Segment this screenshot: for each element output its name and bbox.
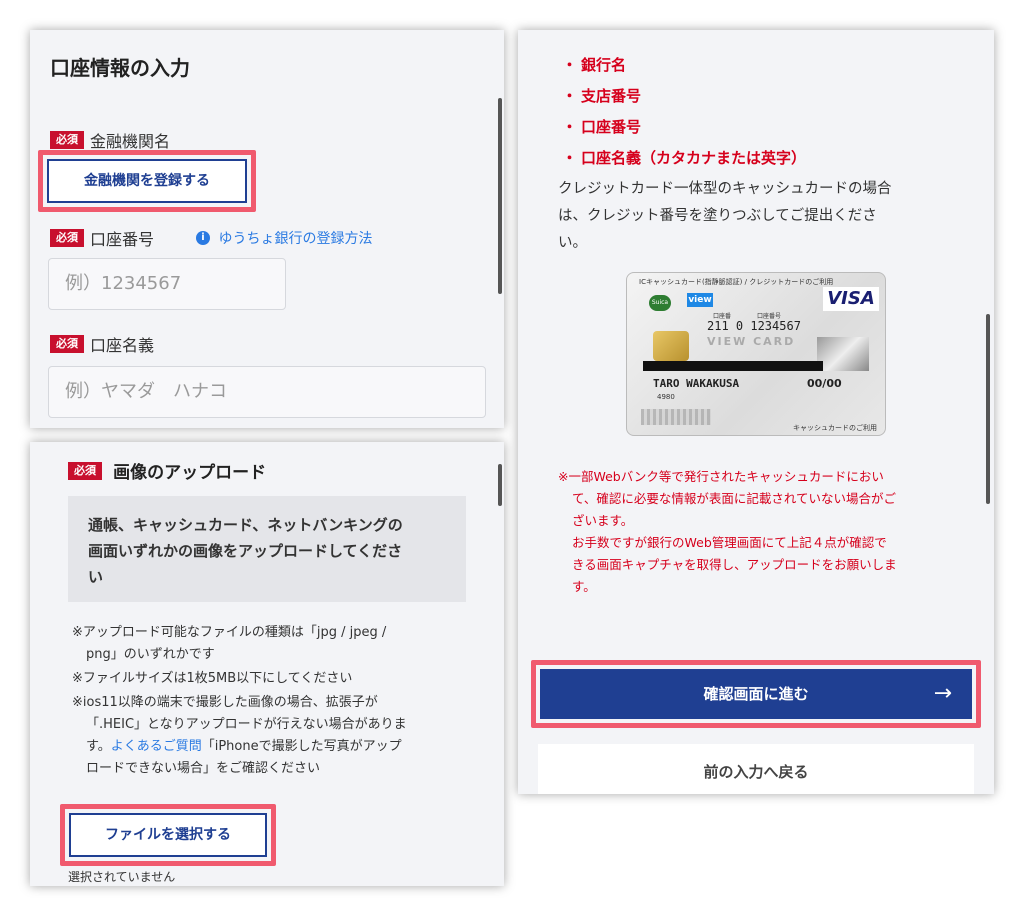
required-badge: 必須: [50, 335, 84, 353]
scrollbar[interactable]: [986, 314, 990, 504]
note-line: png」のいずれかです: [86, 647, 215, 662]
required-items-list: ・銀行名 ・支店番号 ・口座番号 ・口座名義（カタカナまたは英字）: [562, 50, 806, 174]
file-size-note: ※ファイルサイズは1枚5MB以下にしてください: [72, 671, 353, 686]
list-item: ・口座名義（カタカナまたは英字）: [562, 143, 806, 174]
account-info-panel: 口座情報の入力 必須 金融機関名 金融機関を登録する 必須 口座番号 i ゆうちょ銀…: [30, 30, 504, 428]
faq-link[interactable]: よくあるご質問: [111, 739, 202, 754]
account-name-row: 必須 口座名義: [50, 332, 154, 356]
upload-info-box: 通帳、キャッシュカード、ネットバンキングの 画面いずれかの画像をアップロードして…: [68, 496, 466, 602]
hologram-icon: [817, 337, 869, 371]
upload-title-row: 必須 画像のアップロード: [68, 458, 266, 483]
bullet-text: 支店番号: [581, 87, 642, 105]
warning-line: ざいます。: [572, 513, 634, 528]
info-line: 画面いずれかの画像をアップロードしてくださ: [88, 542, 403, 560]
note-line: す。よくあるご質問「iPhoneで撮影した写真がアップ: [72, 736, 407, 758]
webbank-warning: ※一部Webバンク等で発行されたキャッシュカードにおい て、確認に必要な情報が表…: [558, 466, 897, 598]
image-upload-panel: 必須 画像のアップロード 通帳、キャッシュカード、ネットバンキングの 画面いずれ…: [30, 442, 504, 886]
card-bank-name: VIEW CARD: [707, 335, 796, 348]
warning-line: て、確認に必要な情報が表面に記載されていない場合がご: [572, 491, 897, 506]
card-header: ICキャッシュカード(指静脈認証) / クレジットカードのご利用: [639, 278, 834, 286]
note-line: ※アップロード可能なファイルの種類は「jpg / jpeg /: [72, 625, 387, 640]
account-name-label: 口座名義: [90, 336, 155, 355]
info-icon: i: [196, 231, 210, 245]
yucho-help-link[interactable]: i ゆうちょ銀行の登録方法: [196, 228, 372, 248]
section-title: 口座情報の入力: [50, 56, 190, 80]
bullet-text: 銀行名: [581, 56, 627, 74]
note-line: ロードできない場合」をご確認ください: [86, 761, 321, 776]
account-number-row: 必須 口座番号: [50, 226, 154, 250]
warning-line: す。: [572, 579, 596, 594]
card-note: クレジットカード一体型のキャッシュカードの場合 は、クレジット番号を塗りつぶして…: [558, 176, 892, 257]
required-badge: 必須: [50, 229, 84, 247]
next-button-label: 確認画面に進む: [703, 685, 809, 703]
note-line: い。: [558, 235, 587, 251]
bullet-text: 口座名義（カタカナまたは英字）: [581, 149, 807, 167]
upload-title: 画像のアップロード: [113, 463, 267, 483]
card-code: 4980: [657, 393, 675, 401]
yucho-link-text: ゆうちょ銀行の登録方法: [218, 231, 373, 247]
note-line: は、クレジット番号を塗りつぶしてご提出くださ: [558, 208, 877, 224]
bank-name-label: 金融機関名: [90, 132, 171, 151]
warning-line: お手数ですが銀行のWeb管理画面にて上記４点が確認で: [572, 535, 887, 550]
redaction-bar: [643, 361, 823, 371]
warning-line: きる画面キャプチャを取得し、アップロードをお願いしま: [572, 557, 897, 572]
note-line: クレジットカード一体型のキャッシュカードの場合: [558, 181, 892, 197]
requirements-panel: ・銀行名 ・支店番号 ・口座番号 ・口座名義（カタカナまたは英字） クレジットカ…: [518, 30, 994, 794]
select-file-button[interactable]: ファイルを選択する: [69, 813, 267, 857]
scrollbar[interactable]: [498, 98, 502, 294]
card-footer: キャッシュカードのご利用: [793, 424, 877, 432]
bullet: ・: [562, 149, 578, 167]
next-confirm-button[interactable]: 確認画面に進む →: [540, 669, 972, 719]
info-line: い: [88, 568, 104, 586]
account-number-label: 口座番号: [90, 230, 155, 249]
warning-line: ※一部Webバンク等で発行されたキャッシュカードにおい: [558, 469, 884, 484]
view-logo-icon: view: [687, 293, 713, 307]
list-item: ・銀行名: [562, 50, 806, 81]
info-line: 通帳、キャッシュカード、ネットバンキングの: [88, 516, 403, 534]
arrow-right-icon: →: [933, 681, 952, 706]
note-text: 「iPhoneで撮影した写真がアップ: [201, 739, 402, 754]
back-button[interactable]: 前の入力へ戻る: [538, 744, 974, 794]
list-item: ・口座番号: [562, 112, 806, 143]
card-holder-name: TARO WAKAKUSA: [653, 377, 740, 390]
register-bank-button[interactable]: 金融機関を登録する: [47, 159, 247, 203]
bullet: ・: [562, 118, 578, 136]
sample-card-image: ICキャッシュカード(指静脈認証) / クレジットカードのご利用 Suica v…: [626, 272, 886, 436]
account-number-input[interactable]: 例）1234567: [48, 258, 286, 310]
required-badge: 必須: [68, 461, 102, 480]
note-line: ※ios11以降の端末で撮影した画像の場合、拡張子が: [72, 695, 378, 710]
card-account-number: 211 0 1234567: [707, 319, 801, 333]
bullet: ・: [562, 87, 578, 105]
note-text: す。: [86, 739, 111, 754]
card-expiry: 00/00: [807, 377, 842, 390]
bullet-text: 口座番号: [581, 118, 642, 136]
list-item: ・支店番号: [562, 81, 806, 112]
scrollbar[interactable]: [498, 464, 502, 506]
file-status: 選択されていません: [68, 870, 176, 884]
bullet: ・: [562, 56, 578, 74]
account-name-input[interactable]: 例）ヤマダ ハナコ: [48, 366, 486, 418]
bank-name-row: 必須 金融機関名: [50, 128, 170, 152]
heic-note: ※ios11以降の端末で撮影した画像の場合、拡張子が 「.HEIC」となりアップ…: [72, 692, 407, 780]
visa-logo-icon: VISA: [823, 287, 879, 311]
blurred-text: [641, 409, 711, 425]
note-line: 「.HEIC」となりアップロードが行えない場合がありま: [86, 717, 407, 732]
suica-logo-icon: Suica: [649, 295, 671, 311]
file-type-note: ※アップロード可能なファイルの種類は「jpg / jpeg / png」のいずれ…: [72, 622, 386, 666]
upload-info-text: 通帳、キャッシュカード、ネットバンキングの 画面いずれかの画像をアップロードして…: [88, 512, 403, 590]
ic-chip-icon: [653, 331, 689, 361]
required-badge: 必須: [50, 131, 84, 149]
